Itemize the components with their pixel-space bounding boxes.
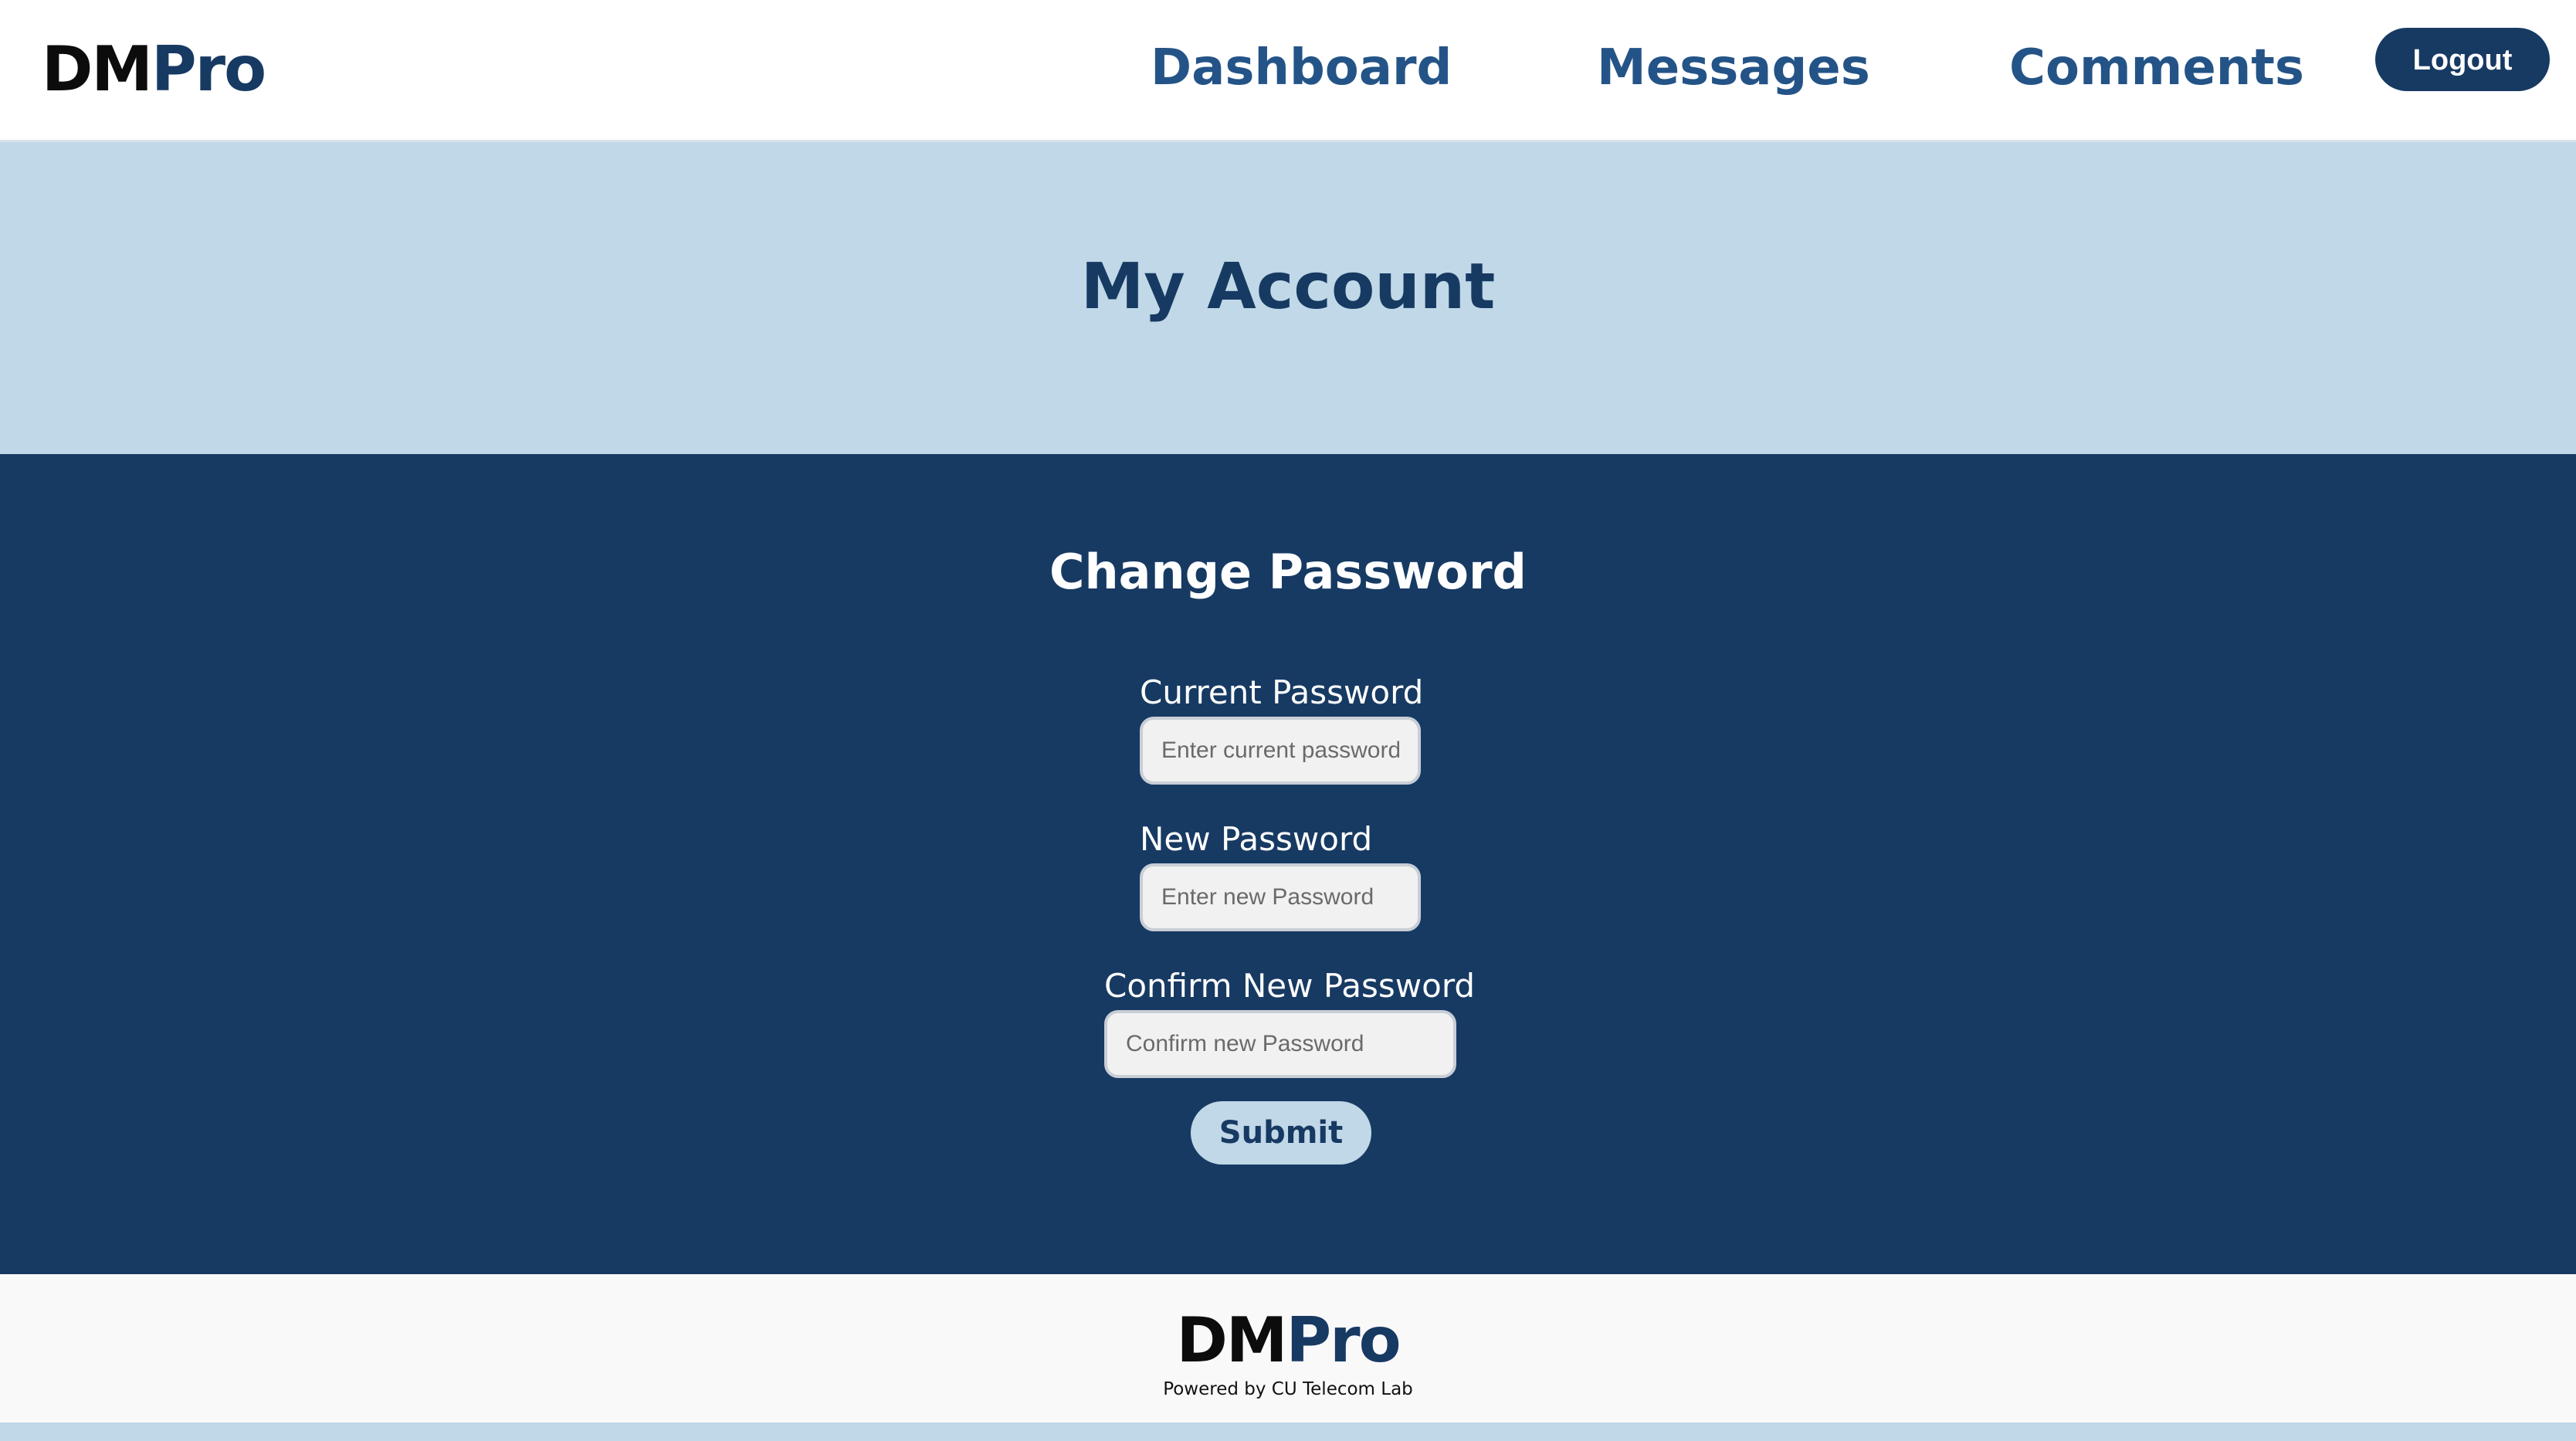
nav-link-messages[interactable]: Messages xyxy=(1597,36,1870,100)
logo-pro: Pro xyxy=(151,33,266,105)
confirm-password-label: Confirm New Password xyxy=(1104,967,1476,1005)
submit-button[interactable]: Submit xyxy=(1191,1101,1371,1165)
footer: DMPro Powered by CU Telecom Lab xyxy=(0,1274,2576,1422)
footer-logo-dm: DM xyxy=(1176,1304,1287,1376)
page-title: My Account xyxy=(1080,250,1496,324)
nav-link-comments[interactable]: Comments xyxy=(2009,36,2304,100)
footer-logo-pro: Pro xyxy=(1286,1304,1401,1376)
page-title-banner: My Account xyxy=(0,144,2576,454)
new-password-input[interactable] xyxy=(1140,863,1421,931)
brand-logo[interactable]: DMPro xyxy=(42,31,266,108)
new-password-label: New Password xyxy=(1140,820,1373,858)
bottom-strip xyxy=(0,1422,2576,1441)
top-nav-bar: DMPro Dashboard Messages Comments Logout xyxy=(0,0,2576,142)
change-password-section: Change Password Current Password New Pas… xyxy=(0,454,2576,1274)
current-password-input[interactable] xyxy=(1140,717,1421,785)
confirm-password-input[interactable] xyxy=(1104,1010,1456,1078)
logo-dm: DM xyxy=(42,33,153,105)
logout-button[interactable]: Logout xyxy=(2375,28,2550,91)
nav-link-dashboard[interactable]: Dashboard xyxy=(1151,36,1452,100)
section-title: Change Password xyxy=(1049,544,1527,600)
footer-logo: DMPro xyxy=(0,1302,2576,1379)
current-password-label: Current Password xyxy=(1140,673,1424,711)
footer-credit: Powered by CU Telecom Lab xyxy=(1163,1379,1413,1399)
